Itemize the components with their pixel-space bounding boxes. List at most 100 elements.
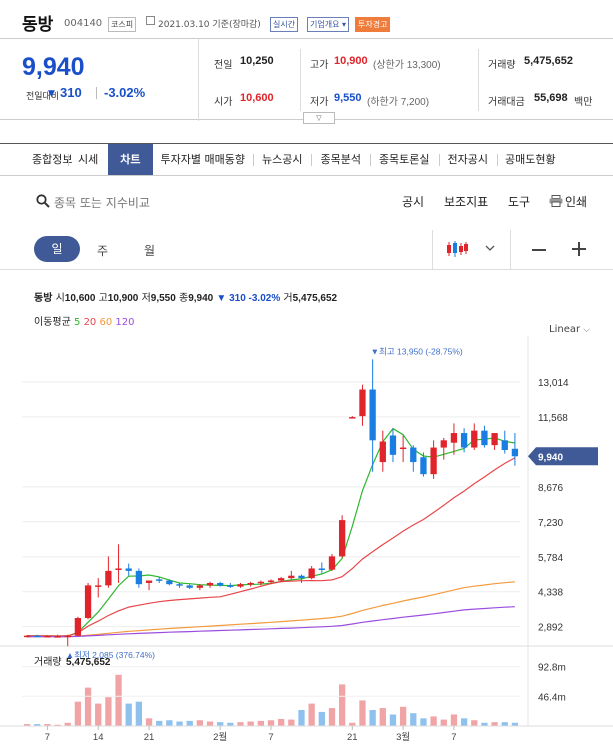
lower-limit: (하한가 7,200) [367, 97, 430, 108]
high-value: 10,900 [334, 55, 368, 67]
candle-body [369, 389, 376, 441]
ma-legend-label: 이동평균 [34, 317, 71, 328]
compare-search-input[interactable]: 종목 또는 지수비교 [54, 194, 150, 211]
ma5-label: 5 [74, 317, 81, 328]
volume-tick-label: 46.4m [538, 692, 566, 703]
prev-close-value: 10,250 [240, 55, 274, 67]
moving-average-lines [27, 427, 516, 638]
max-price-label: ▼최고 13,950 (-28.75%) [371, 346, 463, 356]
candle-body [44, 635, 51, 638]
price-chart[interactable]: 13,014 11,568 8,676 7,230 5,784 4,338 2,892 9,9… [0, 336, 613, 746]
candle-body [176, 584, 183, 586]
info-close-label: 종 [178, 293, 189, 304]
info-low-label: 저 [141, 293, 151, 304]
volume-bar [95, 703, 102, 726]
candle-body [267, 580, 275, 583]
candle-body [166, 580, 173, 585]
company-overview-button[interactable]: 기업개요 ▾ [307, 17, 349, 32]
volume-bar [247, 721, 254, 726]
volume-bar [471, 720, 478, 726]
info-open-label: 시 [55, 293, 65, 304]
candle-body [196, 585, 204, 588]
amount-unit: 백만 [574, 97, 593, 108]
candlestick-type-icon[interactable] [446, 240, 468, 258]
candle-body [460, 433, 468, 448]
volume-bar [145, 718, 153, 726]
price-tick-label: 4,338 [538, 588, 563, 599]
tools-button[interactable]: 도구 [508, 193, 530, 210]
candle-body [379, 441, 386, 463]
scale-selector[interactable]: Linear ⌵ [549, 324, 590, 335]
chevron-down-icon[interactable] [485, 245, 495, 252]
tab-disclosure[interactable]: 전자공시 [438, 144, 497, 175]
prev-close-label: 전일 [214, 60, 233, 71]
date-tick-label: 7 [268, 732, 273, 743]
ma120-label: 120 [115, 317, 135, 328]
zoom-in-button[interactable] [572, 242, 586, 256]
volume-bar [450, 714, 458, 726]
low-label: 저가 [310, 97, 329, 108]
indicator-button[interactable]: 보조지표 [444, 193, 488, 210]
divider [96, 87, 97, 99]
candle-body [95, 585, 102, 587]
candle-body [257, 581, 264, 584]
chart-annotations: ▼최고 13,950 (-28.75%)▲최저 2,085 (376.74%) [66, 346, 463, 660]
period-week-button[interactable]: 주 [97, 242, 108, 259]
tab-overview[interactable]: 종합정보 [0, 144, 72, 175]
divider [510, 230, 511, 270]
change-value: 310 [60, 85, 82, 100]
period-day-button[interactable]: 일 [34, 236, 80, 262]
expand-summary-button[interactable]: ▽ [303, 112, 335, 124]
candle-body [359, 389, 366, 417]
candle-body [135, 570, 143, 585]
current-price-label: 9,940 [538, 452, 563, 463]
tab-quote[interactable]: 시세 [68, 144, 108, 175]
tab-discussion[interactable]: 종목토론실 [369, 144, 439, 175]
candle-body [288, 575, 295, 579]
volume-bar [379, 708, 386, 726]
tab-short-selling[interactable]: 공매도현황 [497, 144, 564, 175]
realtime-badge[interactable]: 실시간 [270, 17, 299, 32]
info-vol-label: 거 [283, 293, 293, 304]
open-value: 10,600 [240, 92, 274, 104]
amount-value: 55,698 [534, 92, 568, 104]
disclosure-button[interactable]: 공시 [402, 193, 424, 210]
candle-body [206, 582, 214, 586]
volume-bar [359, 700, 366, 726]
candle-body [156, 579, 163, 581]
chart-toolbar: 종목 또는 지수비교 공시 보조지표 도구 인쇄 [0, 186, 613, 216]
date-tick-label: 7 [451, 732, 456, 743]
candle-body [278, 578, 285, 581]
upper-limit: (상한가 13,300) [373, 60, 441, 71]
volume-bar [298, 710, 305, 726]
volume-bar [125, 703, 132, 726]
candle-body [308, 568, 315, 579]
info-high-label: 고 [98, 293, 108, 304]
price-tick-label: 13,014 [538, 378, 569, 389]
price-tick-label: 5,784 [538, 553, 563, 564]
date-axis: 7 14 21 2월 7 21 3월 7 [45, 726, 457, 743]
volume-bar [430, 716, 437, 726]
tab-news[interactable]: 뉴스공시 [252, 144, 311, 175]
info-high: 10,900 [107, 293, 139, 304]
investment-warning-badge: 투자경고 [355, 17, 391, 32]
tab-investor-trading[interactable]: 투자자별 매매동향 [153, 144, 253, 175]
candle-body [145, 580, 153, 583]
ohlc-info: 동방 시10,600 고10,900 저9,550 종9,940 ▼ 310 -… [34, 289, 337, 304]
search-icon[interactable] [36, 194, 50, 208]
volume-bar [74, 701, 82, 726]
price-tick-label: 8,676 [538, 483, 563, 494]
period-month-button[interactable]: 월 [144, 242, 155, 259]
volume-bar [196, 720, 204, 726]
zoom-out-button[interactable] [532, 249, 546, 251]
volume-bar [328, 708, 336, 726]
tab-chart[interactable]: 차트 [108, 144, 153, 175]
volume-tick-label: 92.8m [538, 663, 566, 674]
volume-bar [278, 718, 285, 726]
down-arrow-icon: ▼ [48, 89, 55, 99]
print-button[interactable]: 인쇄 [565, 193, 587, 210]
tab-analysis[interactable]: 종목분석 [311, 144, 369, 175]
moving-average-legend[interactable]: 이동평균 5 20 60 120 [34, 313, 135, 328]
volume-bar [491, 722, 498, 726]
print-icon[interactable] [549, 195, 563, 207]
